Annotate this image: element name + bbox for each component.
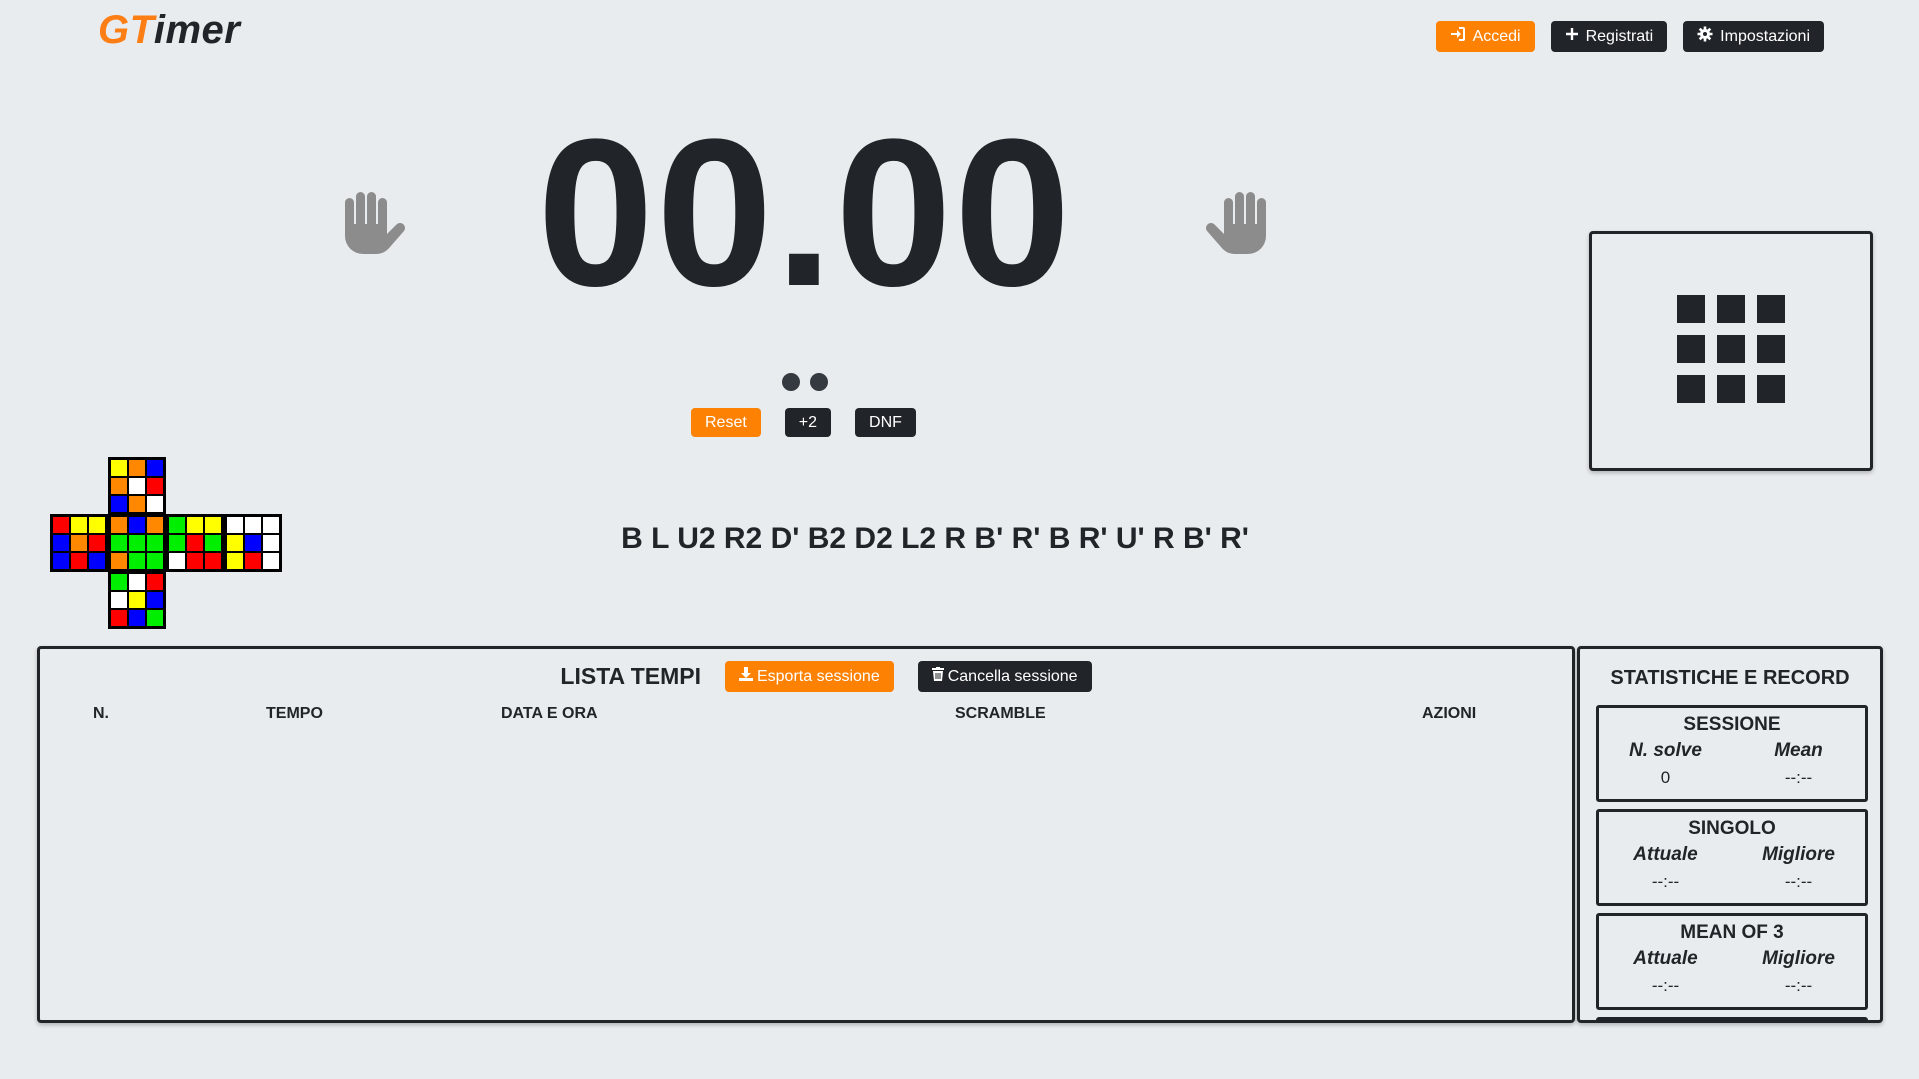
grid-icon: [1677, 294, 1785, 408]
stats-panel: STATISTICHE E RECORD SESSIONE N. solve M…: [1577, 646, 1883, 1023]
cube-sticker: [146, 573, 164, 591]
cube-sticker: [128, 591, 146, 609]
times-list-panel: LISTA TEMPI Esporta sessione Cancella se…: [37, 646, 1575, 1023]
cube-sticker: [110, 495, 128, 513]
column-header-actions: AZIONI: [1422, 705, 1477, 722]
times-list-title: LISTA TEMPI: [560, 663, 701, 689]
login-button[interactable]: Accedi: [1435, 21, 1535, 52]
stat-label: Migliore: [1762, 948, 1835, 969]
stat-card-title: SESSIONE: [1683, 714, 1781, 735]
cube-sticker: [146, 591, 164, 609]
column-header-number[interactable]: N.: [93, 705, 109, 723]
stat-value: 0: [1660, 768, 1671, 787]
stat-label: Mean: [1774, 740, 1823, 761]
gear-icon: [1697, 26, 1713, 47]
stat-card-mean-of-3: MEAN OF 3 Attuale Migliore --:-- --:--: [1596, 913, 1868, 1010]
cube-sticker: [110, 459, 128, 477]
stat-card-next: [1596, 1017, 1868, 1020]
stat-label: Attuale: [1633, 844, 1698, 865]
column-header-datetime[interactable]: DATA E ORA: [501, 705, 598, 723]
cube-face-up: [108, 457, 166, 515]
timer-display[interactable]: 00.00: [0, 108, 1610, 318]
cube-sticker: [146, 459, 164, 477]
scramble-text: B L U2 R2 D' B2 D2 L2 R B' R' B R' U' R …: [621, 522, 1249, 555]
stat-label: Migliore: [1762, 844, 1835, 865]
cube-sticker: [146, 609, 164, 627]
sign-in-icon: [1450, 26, 1466, 47]
cube-sticker: [128, 495, 146, 513]
clear-session-button[interactable]: Cancella sessione: [917, 661, 1092, 692]
column-header-scramble[interactable]: SCRAMBLE: [955, 705, 1046, 723]
cube-sticker: [128, 477, 146, 495]
stat-card-title: SINGOLO: [1688, 818, 1776, 839]
cube-sticker: [128, 573, 146, 591]
cube-sticker: [128, 459, 146, 477]
cube-sticker: [146, 495, 164, 513]
cube-sticker: [110, 591, 128, 609]
inspection-indicator: [782, 373, 828, 391]
plus-two-button[interactable]: +2: [784, 408, 832, 437]
cube-sticker: [110, 477, 128, 495]
stats-title: STATISTICHE E RECORD: [1610, 667, 1850, 689]
cube-sticker: [128, 609, 146, 627]
stat-value: --:--: [1784, 768, 1813, 787]
cube-sticker: [146, 477, 164, 495]
plus-icon: [1565, 27, 1579, 46]
dnf-button[interactable]: DNF: [855, 408, 916, 437]
stat-label: N. solve: [1629, 740, 1702, 761]
reset-button[interactable]: Reset: [691, 408, 761, 437]
stat-value: --:--: [1651, 976, 1680, 995]
stat-card-session: SESSIONE N. solve Mean 0 --:--: [1596, 705, 1868, 802]
indicator-dot: [782, 373, 800, 391]
logo[interactable]: GTimer: [98, 8, 240, 53]
top-nav: Accedi Registrati Impostazioni: [1435, 21, 1824, 52]
column-header-time[interactable]: TEMPO: [266, 705, 323, 723]
stat-value: --:--: [1651, 872, 1680, 891]
times-list-header: LISTA TEMPI Esporta sessione Cancella se…: [40, 661, 1572, 692]
export-session-button[interactable]: Esporta sessione: [724, 661, 894, 692]
solve-actions: Reset +2 DNF: [691, 408, 916, 437]
settings-button[interactable]: Impostazioni: [1683, 21, 1824, 52]
register-button[interactable]: Registrati: [1550, 21, 1668, 52]
stat-card-single: SINGOLO Attuale Migliore --:-- --:--: [1596, 809, 1868, 906]
stat-label: Attuale: [1633, 948, 1698, 969]
indicator-dot: [810, 373, 828, 391]
keypad-toggle[interactable]: [1589, 231, 1873, 471]
cube-sticker: [110, 573, 128, 591]
stat-value: --:--: [1784, 976, 1813, 995]
cube-sticker: [110, 609, 128, 627]
trash-icon: [931, 667, 944, 686]
download-icon: [738, 667, 753, 686]
cube-face-down: [108, 571, 166, 629]
stat-value: --:--: [1784, 872, 1813, 891]
stat-card-title: MEAN OF 3: [1680, 922, 1784, 943]
